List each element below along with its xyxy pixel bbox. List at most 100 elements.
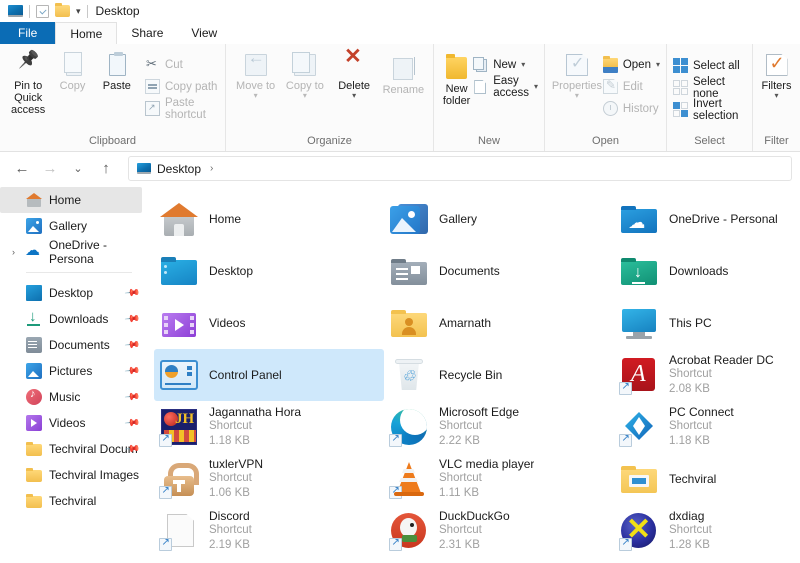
file-item-tuxlervpn[interactable]: tuxlerVPN Shortcut 1.06 KB: [154, 453, 384, 505]
file-name: Home: [209, 212, 242, 226]
file-item-desktop[interactable]: Desktop: [154, 245, 384, 297]
file-item-microsoft-edge[interactable]: Microsoft Edge Shortcut 2.22 KB: [384, 401, 614, 453]
history-button[interactable]: History: [602, 99, 660, 118]
sidebar-item-desktop[interactable]: Desktop 📌: [0, 280, 146, 306]
pin-icon[interactable]: 📌: [123, 337, 140, 353]
filters-button[interactable]: Filters ▾: [754, 50, 800, 100]
file-size: 1.28 KB: [669, 539, 710, 551]
folder-icon: [26, 468, 42, 482]
shortcut-overlay-icon: [389, 433, 402, 447]
file-item-videos[interactable]: Videos: [154, 297, 384, 349]
file-item-gallery[interactable]: Gallery: [384, 193, 614, 245]
tab-home[interactable]: Home: [55, 22, 118, 44]
file-item-jagannatha-hora[interactable]: JH Jagannatha Hora Shortcut 1.18 KB: [154, 401, 384, 453]
file-item-techviral[interactable]: Techviral: [614, 453, 789, 505]
sidebar-item-onedrive[interactable]: › OneDrive - Persona: [0, 238, 146, 266]
tab-file[interactable]: File: [0, 22, 56, 44]
pin-to-quick-access-button[interactable]: Pin to Quick access: [6, 50, 50, 116]
shortcut-overlay-icon: [619, 433, 632, 447]
file-list-pane[interactable]: Home Gallery ☁ OneDrive - Personal Deskt…: [146, 185, 800, 563]
sidebar-item-label: Techviral: [49, 494, 97, 508]
button-label: Copy: [59, 80, 86, 92]
file-item-discord[interactable]: Discord Shortcut 2.19 KB: [154, 505, 384, 557]
group-label-new: New: [477, 135, 500, 147]
file-item-control-panel[interactable]: Control Panel: [154, 349, 384, 401]
file-item-this-pc[interactable]: This PC: [614, 297, 789, 349]
easy-access-button[interactable]: Easy access ▾: [473, 75, 538, 99]
edit-button[interactable]: Edit: [602, 77, 660, 96]
breadcrumb[interactable]: Desktop: [157, 162, 201, 176]
select-all-button[interactable]: Select all: [673, 56, 746, 75]
file-item-dxdiag[interactable]: dxdiag Shortcut 1.28 KB: [614, 505, 789, 557]
chevron-right-icon[interactable]: ›: [12, 247, 15, 257]
sidebar-item-techviral-images[interactable]: Techviral Images: [0, 462, 146, 488]
sidebar-item-pictures[interactable]: Pictures 📌: [0, 358, 146, 384]
file-item-downloads[interactable]: ↓ Downloads: [614, 245, 789, 297]
new-item-button[interactable]: New ▾: [473, 55, 538, 74]
desktop-folder-icon: [26, 285, 42, 301]
checkbox-icon[interactable]: [36, 4, 49, 18]
paste-button[interactable]: Paste: [95, 50, 139, 92]
open-button[interactable]: Open ▾: [602, 55, 660, 74]
back-button[interactable]: ←: [8, 156, 36, 182]
file-item-recycle-bin[interactable]: ♲ Recycle Bin: [384, 349, 614, 401]
pc-connect-icon: [619, 408, 658, 447]
select-none-button[interactable]: Select none: [673, 76, 746, 100]
dxdiag-icon: [619, 512, 658, 551]
pin-icon: [17, 54, 39, 76]
pin-icon[interactable]: 📌: [123, 285, 140, 301]
chevron-down-icon[interactable]: ▾: [76, 6, 81, 17]
file-name: Control Panel: [209, 368, 282, 382]
history-icon: [602, 101, 618, 116]
pin-icon[interactable]: 📌: [123, 363, 140, 379]
file-name: Jagannatha Hora: [209, 405, 302, 419]
copy-to-button[interactable]: Copy to ▾: [281, 50, 328, 100]
delete-button[interactable]: Delete ▾: [331, 50, 378, 100]
ribbon-group-select: Select all Select none Invert selection …: [667, 44, 753, 151]
sidebar-item-documents[interactable]: Documents 📌: [0, 332, 146, 358]
sidebar-item-downloads[interactable]: Downloads 📌: [0, 306, 146, 332]
new-folder-button[interactable]: New folder: [440, 50, 473, 107]
rename-button[interactable]: Rename: [380, 50, 427, 96]
sidebar-item-label: Music: [49, 390, 81, 404]
chevron-down-icon: ▾: [774, 91, 779, 100]
button-label: Select all: [693, 59, 740, 72]
file-item-onedrive-personal[interactable]: ☁ OneDrive - Personal: [614, 193, 789, 245]
copy-path-button[interactable]: Copy path: [144, 77, 219, 96]
paste-shortcut-button[interactable]: Paste shortcut: [144, 97, 219, 121]
file-name: Recycle Bin: [439, 368, 503, 382]
sidebar-item-music[interactable]: Music 📌: [0, 384, 146, 410]
file-item-duckduckgo[interactable]: DuckDuckGo Shortcut 2.31 KB: [384, 505, 614, 557]
button-label: Open: [622, 58, 651, 71]
file-item-documents[interactable]: Documents: [384, 245, 614, 297]
file-name: Amarnath: [439, 316, 492, 330]
sidebar-item-techviral[interactable]: Techviral: [0, 488, 146, 514]
address-input[interactable]: Desktop ›: [128, 156, 792, 181]
move-to-button[interactable]: Move to ▾: [232, 50, 279, 100]
file-item-acrobat-reader-dc[interactable]: Acrobat Reader DC Shortcut 2.08 KB: [614, 349, 789, 401]
up-button[interactable]: ↑: [92, 156, 120, 182]
pin-icon[interactable]: 📌: [123, 311, 140, 327]
folder-icon[interactable]: [55, 3, 70, 17]
pin-icon[interactable]: 📌: [123, 389, 140, 405]
chevron-right-icon[interactable]: ›: [210, 163, 213, 174]
file-item-home[interactable]: Home: [154, 193, 384, 245]
pin-icon[interactable]: 📌: [123, 415, 140, 431]
file-item-pc-connect[interactable]: PC Connect Shortcut 1.18 KB: [614, 401, 789, 453]
recent-locations-button[interactable]: ⌄: [64, 156, 92, 182]
sidebar-item-home[interactable]: Home: [0, 187, 142, 213]
forward-button[interactable]: →: [36, 156, 64, 182]
tab-share[interactable]: Share: [117, 22, 177, 44]
sidebar-item-videos[interactable]: Videos 📌: [0, 410, 146, 436]
copy-button[interactable]: Copy: [50, 50, 94, 92]
file-name: Microsoft Edge: [439, 405, 520, 419]
invert-selection-button[interactable]: Invert selection: [673, 98, 746, 122]
onedrive-folder-icon: ☁: [620, 200, 658, 238]
sidebar-item-techviral-documents[interactable]: Techviral Docum 📌: [0, 436, 146, 462]
properties-button[interactable]: Properties ▾: [551, 50, 603, 100]
cut-button[interactable]: Cut: [145, 55, 219, 74]
tab-view[interactable]: View: [177, 22, 231, 44]
sidebar-item-gallery[interactable]: Gallery: [0, 213, 146, 239]
file-item-vlc-media-player[interactable]: VLC media player Shortcut 1.11 KB: [384, 453, 614, 505]
file-item-amarnath[interactable]: Amarnath: [384, 297, 614, 349]
